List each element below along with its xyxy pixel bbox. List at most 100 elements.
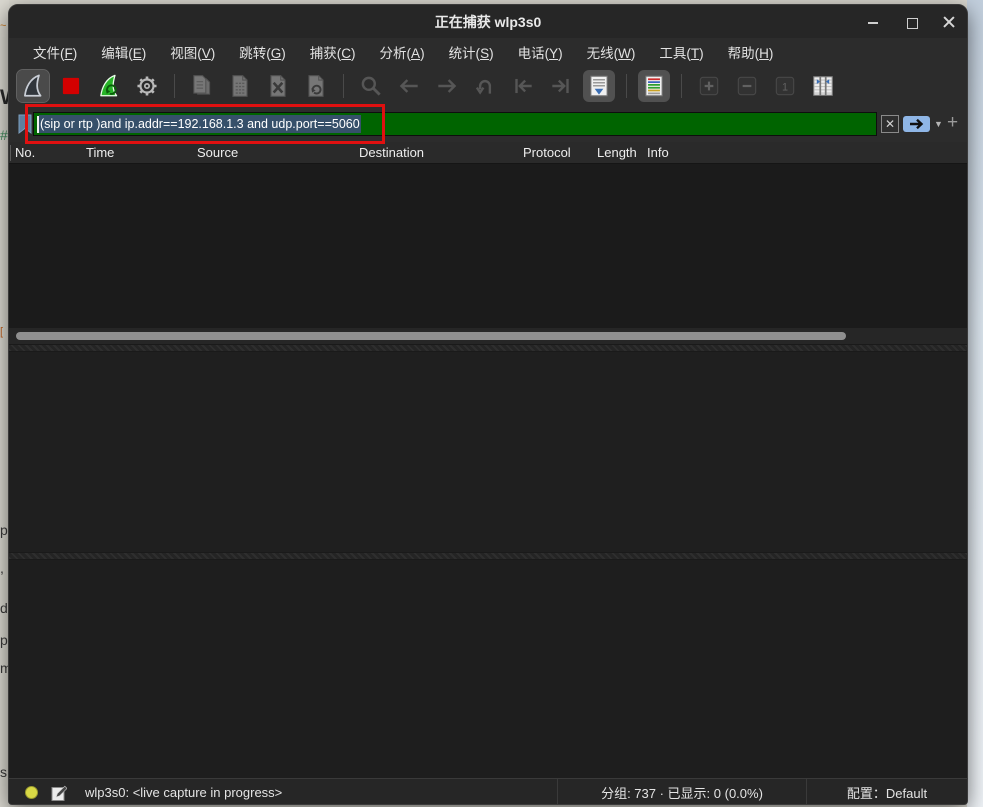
colorize-icon	[641, 73, 667, 99]
filter-expression: (sip or rtp )and ip.addr==192.168.1.3 an…	[39, 115, 361, 133]
reload-file-icon	[303, 73, 329, 99]
packet-count-text: 分组: 737 · 已显示: 0 (0.0%)	[557, 779, 807, 805]
open-file-button	[186, 70, 218, 102]
filter-bookmark-icon[interactable]	[15, 112, 35, 136]
go-back-button	[393, 70, 425, 102]
svg-text:1: 1	[782, 81, 788, 93]
minimize-icon[interactable]	[865, 14, 881, 30]
resize-columns-icon	[810, 73, 836, 99]
desktop-text-fragment: d	[0, 600, 8, 616]
auto-scroll-icon	[586, 73, 612, 99]
column-header-info[interactable]: Info	[647, 145, 669, 160]
display-filter-input[interactable]: (sip or rtp )and ip.addr==192.168.1.3 an…	[33, 112, 877, 136]
last-packet-button	[545, 70, 577, 102]
column-header-time[interactable]: Time	[86, 145, 114, 160]
auto-scroll-button[interactable]	[583, 70, 615, 102]
menu-item-help[interactable]: 帮助(H)	[718, 39, 784, 65]
save-file-button	[224, 70, 256, 102]
toolbar-separator	[626, 74, 627, 98]
last-packet-icon	[548, 73, 574, 99]
save-file-icon	[227, 73, 253, 99]
capture-comment-icon[interactable]	[50, 784, 67, 802]
packet-bytes-pane	[9, 560, 967, 778]
capture-status-text: wlp3s0: <live capture in progress>	[85, 785, 557, 800]
restart-capture-icon	[96, 73, 122, 99]
zoom-in-button	[693, 70, 725, 102]
packet-details-pane	[9, 352, 967, 552]
go-to-packet-icon	[472, 73, 498, 99]
pane-splitter-bottom[interactable]	[9, 552, 967, 560]
zoom-in-icon	[696, 73, 722, 99]
column-header-length[interactable]: Length	[597, 145, 637, 160]
desktop-text-fragment: ~	[0, 20, 6, 32]
go-to-packet-button	[469, 70, 501, 102]
horizontal-scrollbar[interactable]	[9, 328, 967, 344]
menu-item-view[interactable]: 视图(V)	[160, 39, 225, 65]
window-controls	[865, 5, 957, 38]
apply-filter-button[interactable]	[903, 116, 930, 132]
wireshark-window: 正在捕获 wlp3s0 文件(F)编辑(E)视图(V)跳转(G)捕获(C)分析(…	[8, 4, 968, 805]
close-file-icon	[265, 73, 291, 99]
toolbar-separator	[343, 74, 344, 98]
menu-item-capture[interactable]: 捕获(C)	[300, 39, 366, 65]
column-header-source[interactable]: Source	[197, 145, 238, 160]
menu-item-go[interactable]: 跳转(G)	[229, 39, 296, 65]
desktop-text-fragment: p	[0, 522, 8, 538]
menu-item-statistics[interactable]: 统计(S)	[439, 39, 504, 65]
stop-capture-icon	[58, 73, 84, 99]
menu-item-wireless[interactable]: 无线(W)	[577, 39, 646, 65]
main-toolbar: 1	[9, 65, 967, 106]
toolbar-separator	[174, 74, 175, 98]
colorize-button[interactable]	[638, 70, 670, 102]
title-bar: 正在捕获 wlp3s0	[9, 5, 967, 38]
capture-options-icon	[134, 73, 160, 99]
close-icon[interactable]	[941, 14, 957, 30]
filter-dropdown-icon[interactable]: ▼	[934, 119, 943, 129]
go-forward-icon	[434, 73, 460, 99]
column-header-destination[interactable]: Destination	[359, 145, 424, 160]
toolbar-separator	[681, 74, 682, 98]
go-back-icon	[396, 73, 422, 99]
clear-filter-button[interactable]: ✕	[881, 115, 899, 133]
add-filter-button[interactable]: +	[947, 112, 958, 134]
zoom-original-icon: 1	[772, 73, 798, 99]
pane-splitter-top[interactable]	[9, 344, 967, 352]
first-packet-icon	[510, 73, 536, 99]
column-header-protocol[interactable]: Protocol	[523, 145, 571, 160]
restart-capture-button[interactable]	[93, 70, 125, 102]
packet-list-pane	[9, 164, 967, 328]
resize-columns-button[interactable]	[807, 70, 839, 102]
menu-item-tools[interactable]: 工具(T)	[649, 39, 713, 65]
packet-list-header: No. Time Source Destination Protocol Length In…	[9, 142, 967, 164]
go-forward-button	[431, 70, 463, 102]
find-packet-icon	[358, 73, 384, 99]
menu-item-file[interactable]: 文件(F)	[23, 39, 87, 65]
reload-file-button	[300, 70, 332, 102]
apply-arrow-icon	[907, 117, 926, 131]
zoom-original-button: 1	[769, 70, 801, 102]
menu-bar: 文件(F)编辑(E)视图(V)跳转(G)捕获(C)分析(A)统计(S)电话(Y)…	[9, 38, 967, 65]
first-packet-button	[507, 70, 539, 102]
desktop-text-fragment: #	[0, 127, 8, 143]
desktop-edge-right	[967, 0, 983, 807]
start-capture-button[interactable]	[17, 70, 49, 102]
capture-options-button[interactable]	[131, 70, 163, 102]
desktop-text-fragment: [	[0, 326, 3, 338]
maximize-icon[interactable]	[903, 14, 919, 30]
desktop-text-fragment: s	[0, 764, 7, 780]
desktop-text-fragment: ,	[0, 560, 4, 576]
stop-capture-button[interactable]	[55, 70, 87, 102]
start-capture-icon	[20, 73, 46, 99]
close-file-button	[262, 70, 294, 102]
scrollbar-thumb[interactable]	[16, 332, 846, 340]
menu-item-analyze[interactable]: 分析(A)	[370, 39, 435, 65]
filter-bar: (sip or rtp )and ip.addr==192.168.1.3 an…	[9, 106, 967, 142]
menu-item-telephony[interactable]: 电话(Y)	[508, 39, 573, 65]
expert-info-icon[interactable]	[25, 786, 38, 799]
menu-item-edit[interactable]: 编辑(E)	[91, 39, 156, 65]
status-bar: wlp3s0: <live capture in progress> 分组: 7…	[9, 778, 967, 805]
window-title: 正在捕获 wlp3s0	[435, 12, 542, 32]
column-header-no[interactable]: No.	[15, 145, 35, 160]
desktop-text-fragment: p	[0, 632, 8, 648]
profile-text[interactable]: 配置：Default	[807, 783, 967, 802]
